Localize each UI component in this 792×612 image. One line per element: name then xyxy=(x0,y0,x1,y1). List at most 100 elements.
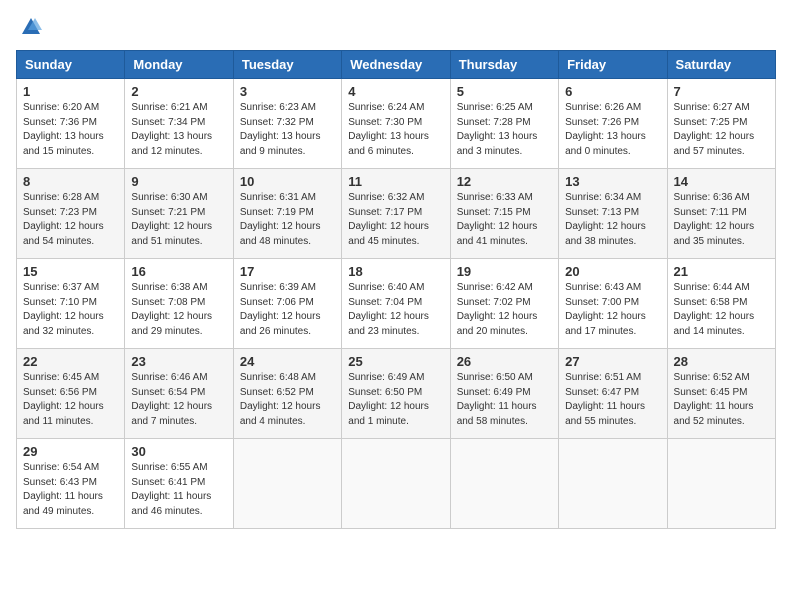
calendar-cell: 28 Sunrise: 6:52 AM Sunset: 6:45 PM Dayl… xyxy=(667,349,775,439)
cell-content: Sunrise: 6:42 AM Sunset: 7:02 PM Dayligh… xyxy=(457,281,552,339)
day-number: 17 xyxy=(240,264,335,279)
cell-content: Sunrise: 6:50 AM Sunset: 6:49 PM Dayligh… xyxy=(457,371,552,429)
day-number: 9 xyxy=(131,174,226,189)
day-number: 12 xyxy=(457,174,552,189)
cell-content: Sunrise: 6:26 AM Sunset: 7:26 PM Dayligh… xyxy=(565,101,660,159)
page-header xyxy=(16,16,776,38)
cell-content: Sunrise: 6:33 AM Sunset: 7:15 PM Dayligh… xyxy=(457,191,552,249)
calendar-cell: 20 Sunrise: 6:43 AM Sunset: 7:00 PM Dayl… xyxy=(559,259,667,349)
day-number: 29 xyxy=(23,444,118,459)
cell-content: Sunrise: 6:23 AM Sunset: 7:32 PM Dayligh… xyxy=(240,101,335,159)
day-number: 18 xyxy=(348,264,443,279)
calendar-cell: 12 Sunrise: 6:33 AM Sunset: 7:15 PM Dayl… xyxy=(450,169,558,259)
calendar-cell: 29 Sunrise: 6:54 AM Sunset: 6:43 PM Dayl… xyxy=(17,439,125,529)
cell-content: Sunrise: 6:36 AM Sunset: 7:11 PM Dayligh… xyxy=(674,191,769,249)
cell-content: Sunrise: 6:39 AM Sunset: 7:06 PM Dayligh… xyxy=(240,281,335,339)
cell-content: Sunrise: 6:54 AM Sunset: 6:43 PM Dayligh… xyxy=(23,461,118,519)
calendar-cell: 6 Sunrise: 6:26 AM Sunset: 7:26 PM Dayli… xyxy=(559,79,667,169)
calendar-cell: 4 Sunrise: 6:24 AM Sunset: 7:30 PM Dayli… xyxy=(342,79,450,169)
cell-content: Sunrise: 6:43 AM Sunset: 7:00 PM Dayligh… xyxy=(565,281,660,339)
cell-content: Sunrise: 6:44 AM Sunset: 6:58 PM Dayligh… xyxy=(674,281,769,339)
day-header-thursday: Thursday xyxy=(450,51,558,79)
calendar-week-row: 8 Sunrise: 6:28 AM Sunset: 7:23 PM Dayli… xyxy=(17,169,776,259)
calendar-week-row: 22 Sunrise: 6:45 AM Sunset: 6:56 PM Dayl… xyxy=(17,349,776,439)
calendar-cell: 21 Sunrise: 6:44 AM Sunset: 6:58 PM Dayl… xyxy=(667,259,775,349)
calendar-cell: 13 Sunrise: 6:34 AM Sunset: 7:13 PM Dayl… xyxy=(559,169,667,259)
cell-content: Sunrise: 6:30 AM Sunset: 7:21 PM Dayligh… xyxy=(131,191,226,249)
day-header-wednesday: Wednesday xyxy=(342,51,450,79)
cell-content: Sunrise: 6:40 AM Sunset: 7:04 PM Dayligh… xyxy=(348,281,443,339)
calendar-cell: 25 Sunrise: 6:49 AM Sunset: 6:50 PM Dayl… xyxy=(342,349,450,439)
calendar-cell: 5 Sunrise: 6:25 AM Sunset: 7:28 PM Dayli… xyxy=(450,79,558,169)
calendar-cell: 22 Sunrise: 6:45 AM Sunset: 6:56 PM Dayl… xyxy=(17,349,125,439)
cell-content: Sunrise: 6:31 AM Sunset: 7:19 PM Dayligh… xyxy=(240,191,335,249)
day-number: 1 xyxy=(23,84,118,99)
cell-content: Sunrise: 6:27 AM Sunset: 7:25 PM Dayligh… xyxy=(674,101,769,159)
cell-content: Sunrise: 6:51 AM Sunset: 6:47 PM Dayligh… xyxy=(565,371,660,429)
calendar-cell: 27 Sunrise: 6:51 AM Sunset: 6:47 PM Dayl… xyxy=(559,349,667,439)
calendar-cell xyxy=(342,439,450,529)
cell-content: Sunrise: 6:45 AM Sunset: 6:56 PM Dayligh… xyxy=(23,371,118,429)
calendar-cell: 16 Sunrise: 6:38 AM Sunset: 7:08 PM Dayl… xyxy=(125,259,233,349)
logo xyxy=(16,16,42,38)
day-number: 13 xyxy=(565,174,660,189)
calendar-cell: 14 Sunrise: 6:36 AM Sunset: 7:11 PM Dayl… xyxy=(667,169,775,259)
calendar-cell xyxy=(233,439,341,529)
calendar-table: SundayMondayTuesdayWednesdayThursdayFrid… xyxy=(16,50,776,529)
day-number: 27 xyxy=(565,354,660,369)
day-number: 16 xyxy=(131,264,226,279)
cell-content: Sunrise: 6:52 AM Sunset: 6:45 PM Dayligh… xyxy=(674,371,769,429)
calendar-cell: 2 Sunrise: 6:21 AM Sunset: 7:34 PM Dayli… xyxy=(125,79,233,169)
calendar-week-row: 29 Sunrise: 6:54 AM Sunset: 6:43 PM Dayl… xyxy=(17,439,776,529)
day-header-monday: Monday xyxy=(125,51,233,79)
calendar-header-row: SundayMondayTuesdayWednesdayThursdayFrid… xyxy=(17,51,776,79)
calendar-cell: 9 Sunrise: 6:30 AM Sunset: 7:21 PM Dayli… xyxy=(125,169,233,259)
day-number: 6 xyxy=(565,84,660,99)
day-number: 2 xyxy=(131,84,226,99)
cell-content: Sunrise: 6:38 AM Sunset: 7:08 PM Dayligh… xyxy=(131,281,226,339)
day-number: 23 xyxy=(131,354,226,369)
calendar-cell: 17 Sunrise: 6:39 AM Sunset: 7:06 PM Dayl… xyxy=(233,259,341,349)
calendar-cell: 23 Sunrise: 6:46 AM Sunset: 6:54 PM Dayl… xyxy=(125,349,233,439)
calendar-cell: 1 Sunrise: 6:20 AM Sunset: 7:36 PM Dayli… xyxy=(17,79,125,169)
cell-content: Sunrise: 6:25 AM Sunset: 7:28 PM Dayligh… xyxy=(457,101,552,159)
calendar-cell xyxy=(450,439,558,529)
calendar-cell: 26 Sunrise: 6:50 AM Sunset: 6:49 PM Dayl… xyxy=(450,349,558,439)
day-header-sunday: Sunday xyxy=(17,51,125,79)
calendar-cell: 7 Sunrise: 6:27 AM Sunset: 7:25 PM Dayli… xyxy=(667,79,775,169)
cell-content: Sunrise: 6:49 AM Sunset: 6:50 PM Dayligh… xyxy=(348,371,443,429)
calendar-cell: 24 Sunrise: 6:48 AM Sunset: 6:52 PM Dayl… xyxy=(233,349,341,439)
day-number: 15 xyxy=(23,264,118,279)
day-header-friday: Friday xyxy=(559,51,667,79)
cell-content: Sunrise: 6:21 AM Sunset: 7:34 PM Dayligh… xyxy=(131,101,226,159)
calendar-cell: 30 Sunrise: 6:55 AM Sunset: 6:41 PM Dayl… xyxy=(125,439,233,529)
calendar-cell xyxy=(667,439,775,529)
day-number: 11 xyxy=(348,174,443,189)
cell-content: Sunrise: 6:24 AM Sunset: 7:30 PM Dayligh… xyxy=(348,101,443,159)
day-number: 22 xyxy=(23,354,118,369)
day-number: 30 xyxy=(131,444,226,459)
calendar-week-row: 1 Sunrise: 6:20 AM Sunset: 7:36 PM Dayli… xyxy=(17,79,776,169)
calendar-cell: 8 Sunrise: 6:28 AM Sunset: 7:23 PM Dayli… xyxy=(17,169,125,259)
cell-content: Sunrise: 6:28 AM Sunset: 7:23 PM Dayligh… xyxy=(23,191,118,249)
calendar-cell: 18 Sunrise: 6:40 AM Sunset: 7:04 PM Dayl… xyxy=(342,259,450,349)
cell-content: Sunrise: 6:37 AM Sunset: 7:10 PM Dayligh… xyxy=(23,281,118,339)
day-number: 26 xyxy=(457,354,552,369)
day-number: 28 xyxy=(674,354,769,369)
cell-content: Sunrise: 6:20 AM Sunset: 7:36 PM Dayligh… xyxy=(23,101,118,159)
day-number: 19 xyxy=(457,264,552,279)
day-number: 4 xyxy=(348,84,443,99)
cell-content: Sunrise: 6:55 AM Sunset: 6:41 PM Dayligh… xyxy=(131,461,226,519)
cell-content: Sunrise: 6:48 AM Sunset: 6:52 PM Dayligh… xyxy=(240,371,335,429)
day-number: 10 xyxy=(240,174,335,189)
day-number: 21 xyxy=(674,264,769,279)
calendar-cell xyxy=(559,439,667,529)
calendar-cell: 15 Sunrise: 6:37 AM Sunset: 7:10 PM Dayl… xyxy=(17,259,125,349)
calendar-week-row: 15 Sunrise: 6:37 AM Sunset: 7:10 PM Dayl… xyxy=(17,259,776,349)
day-number: 14 xyxy=(674,174,769,189)
calendar-cell: 19 Sunrise: 6:42 AM Sunset: 7:02 PM Dayl… xyxy=(450,259,558,349)
cell-content: Sunrise: 6:34 AM Sunset: 7:13 PM Dayligh… xyxy=(565,191,660,249)
day-number: 3 xyxy=(240,84,335,99)
cell-content: Sunrise: 6:32 AM Sunset: 7:17 PM Dayligh… xyxy=(348,191,443,249)
day-number: 7 xyxy=(674,84,769,99)
